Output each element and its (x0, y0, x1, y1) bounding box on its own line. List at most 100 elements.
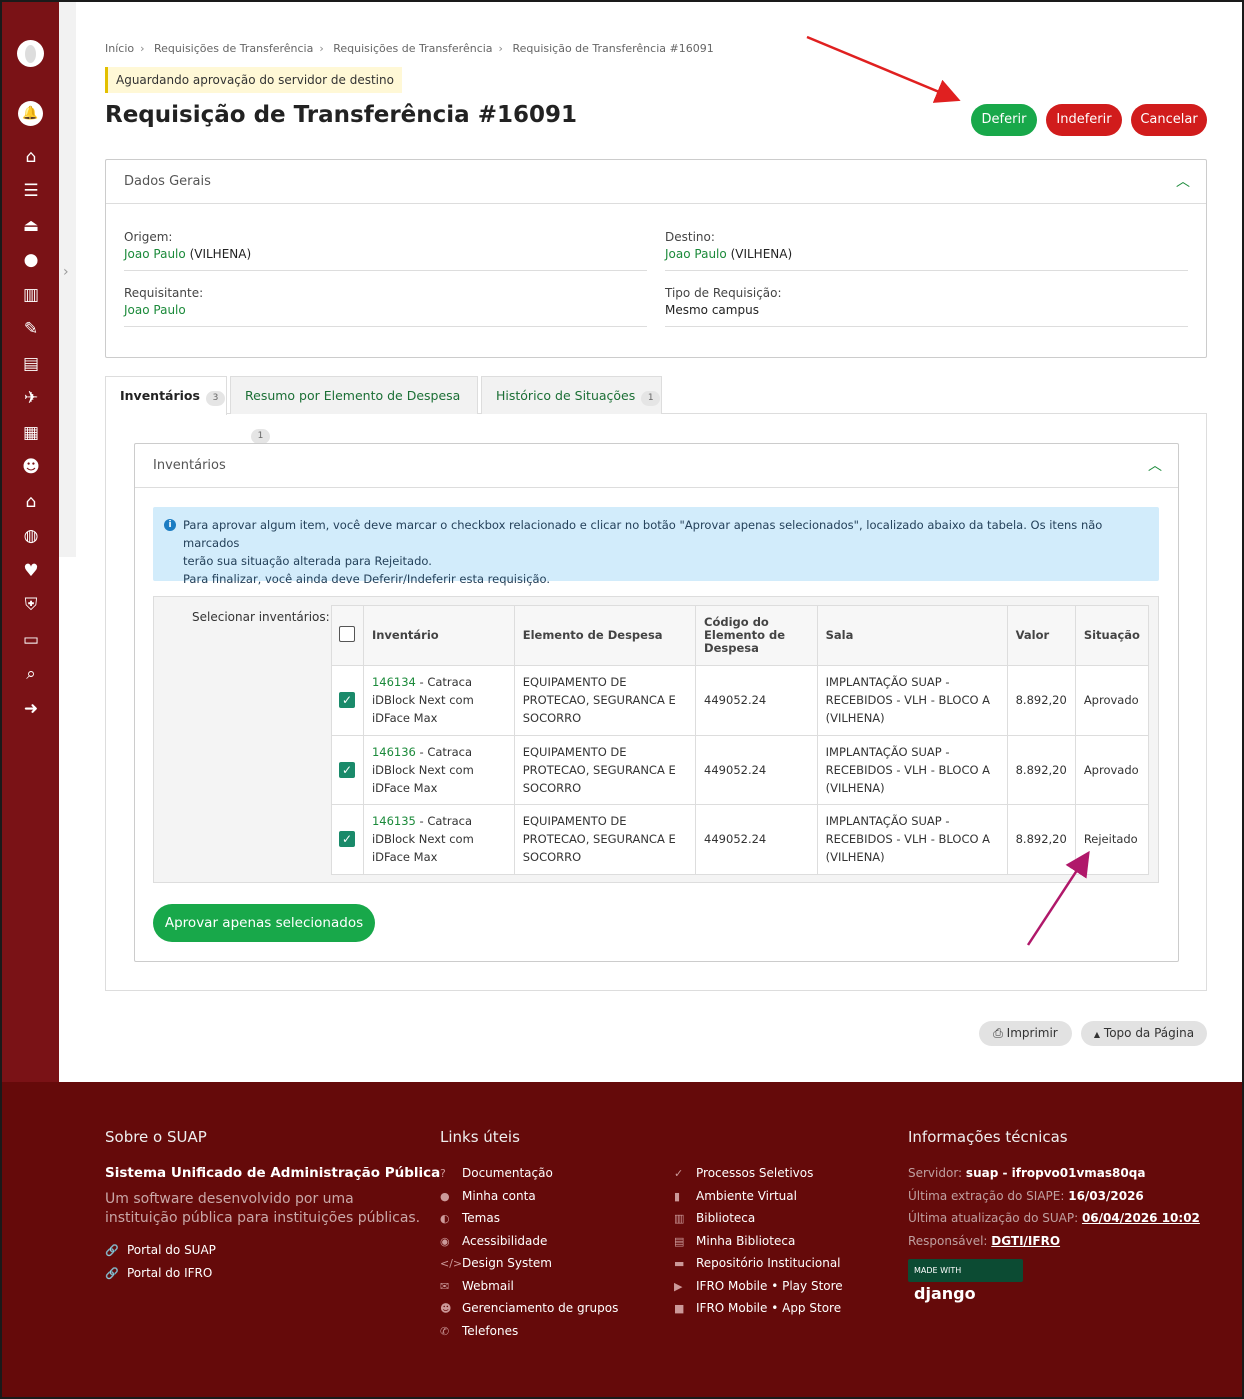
tab-resumo[interactable]: Resumo por Elemento de Despesa 1 (230, 376, 478, 444)
cancelar-button[interactable]: Cancelar (1131, 104, 1207, 136)
chevron-up-icon[interactable]: ︿ (1176, 160, 1190, 204)
briefcase-icon[interactable]: ▦ (17, 421, 45, 445)
requester-link[interactable]: Joao Paulo (124, 303, 186, 317)
chart-icon[interactable]: ▥ (17, 283, 45, 307)
footer-link-repositorio[interactable]: ▬ Repositório Institucional (674, 1256, 841, 1270)
bell-icon[interactable]: 🔔 (18, 101, 43, 126)
users-icon[interactable]: ☻ (17, 455, 45, 479)
inventory-link[interactable]: 146135 (372, 814, 416, 828)
footer-link-processos[interactable]: ✓ Processos Seletivos (674, 1166, 813, 1180)
origin-link[interactable]: Joao Paulo (124, 247, 186, 261)
inventory-link[interactable]: 146136 (372, 745, 416, 759)
general-data-header[interactable]: Dados Gerais ︿ (106, 160, 1206, 204)
footer-link-label: Acessibilidade (462, 1234, 548, 1248)
deferir-button[interactable]: Deferir (971, 104, 1037, 136)
tab-label: Resumo por Elemento de Despesa (245, 388, 461, 403)
destination-link[interactable]: Joao Paulo (665, 247, 727, 261)
footer-link-label: Gerenciamento de grupos (462, 1301, 619, 1315)
footer-link-label: Processos Seletivos (696, 1166, 814, 1180)
footer-link-play-store[interactable]: ▶ IFRO Mobile • Play Store (674, 1279, 843, 1293)
breadcrumb-home[interactable]: Início (105, 42, 134, 55)
tech-value: 16/03/2026 (1068, 1189, 1144, 1203)
bell-service-icon[interactable]: ⏏ (17, 214, 45, 238)
footer-link-acessibilidade[interactable]: ◉ Acessibilidade (440, 1234, 547, 1248)
tech-label: Última extração do SIAPE: (908, 1189, 1065, 1203)
inventory-title: Inventários (153, 458, 226, 473)
breadcrumb: Início › Requisições de Transferência › Re… (105, 42, 714, 55)
col-elemento[interactable]: Elemento de Despesa (513, 605, 697, 666)
footer-link-app-store[interactable]: ■ IFRO Mobile • App Store (674, 1301, 841, 1315)
inventory-header[interactable]: Inventários ︿ (135, 444, 1178, 488)
breadcrumb-item[interactable]: Requisições de Transferência (333, 42, 492, 55)
footer-link-grupos[interactable]: ☻ Gerenciamento de grupos (440, 1301, 618, 1315)
element-cell: EQUIPAMENTO DE PROTECAO, SEGURANCA E SOC… (513, 734, 697, 805)
list-icon[interactable]: ☰ (17, 179, 45, 203)
footer-link-ambiente[interactable]: ▮ Ambiente Virtual (674, 1189, 797, 1203)
responsible-link[interactable]: DGTI/IFRO (991, 1234, 1060, 1248)
footer-link-minha-conta[interactable]: ● Minha conta (440, 1189, 536, 1203)
row-checkbox[interactable]: ✓ (339, 761, 355, 778)
col-inventario[interactable]: Inventário (362, 605, 515, 666)
value-cell: 8.892,20 (1006, 734, 1076, 805)
print-button[interactable]: ⎙ Imprimir (979, 1021, 1072, 1046)
sidebar-toggle[interactable]: › (59, 2, 76, 557)
chevron-up-icon[interactable]: ︿ (1148, 444, 1162, 488)
footer-link-label: Ambiente Virtual (696, 1189, 797, 1203)
code-icon: </> (440, 1257, 463, 1270)
django-badge[interactable]: MADE WITH django (908, 1259, 1023, 1303)
teach-icon[interactable]: ▤ (17, 352, 45, 376)
footer-link-label: Portal do SUAP (127, 1243, 216, 1257)
inventory-link[interactable]: 146134 (372, 675, 416, 689)
django-small: MADE WITH (914, 1266, 962, 1275)
footer-link-portal-ifro[interactable]: 🔗 Portal do IFRO (105, 1266, 212, 1280)
footer-link-temas[interactable]: ◐ Temas (440, 1211, 500, 1225)
shield-icon[interactable]: ⛨ (17, 593, 45, 617)
tab-count: 1 (251, 429, 270, 444)
footer-link-biblioteca[interactable]: ▥ Biblioteca (674, 1211, 755, 1225)
user-icon: ● (440, 1190, 450, 1203)
books-icon: ▥ (674, 1212, 685, 1225)
footer-link-webmail[interactable]: ✉ Webmail (440, 1279, 514, 1293)
plane-icon[interactable]: ✈ (17, 386, 45, 410)
footer-responsible: Responsável: DGTI/IFRO (908, 1234, 1060, 1248)
select-all-checkbox[interactable] (339, 626, 355, 642)
col-situacao[interactable]: Situação (1074, 605, 1150, 666)
info-icon: i (164, 519, 176, 531)
chat-icon[interactable]: ● (17, 248, 45, 272)
tab-count: 3 (205, 391, 225, 406)
building-icon[interactable]: ⌂ (17, 490, 45, 514)
footer-link-portal-suap[interactable]: 🔗 Portal do SUAP (105, 1243, 216, 1257)
logout-icon[interactable]: ➜ (17, 697, 45, 721)
home-icon[interactable]: ⌂ (17, 145, 45, 169)
django-logo: django (914, 1284, 976, 1303)
tab-label: Histórico de Situações (496, 388, 636, 403)
col-codigo[interactable]: Código do Elemento de Despesa (695, 605, 818, 666)
divider (124, 326, 647, 327)
col-sala[interactable]: Sala (816, 605, 1008, 666)
tab-historico[interactable]: Histórico de Situações 1 (481, 376, 662, 414)
back-to-top-button[interactable]: ▲ Topo da Página (1081, 1021, 1207, 1046)
edit-icon[interactable]: ✎ (17, 317, 45, 341)
breadcrumb-item[interactable]: Requisições de Transferência (154, 42, 313, 55)
laptop-icon[interactable]: ▭ (17, 628, 45, 652)
update-link[interactable]: 06/04/2026 10:02 (1082, 1211, 1200, 1225)
info-text-line: Para aprovar algum item, você deve marca… (183, 518, 1103, 550)
row-checkbox[interactable]: ✓ (339, 692, 355, 709)
row-checkbox[interactable]: ✓ (339, 831, 355, 848)
avatar[interactable] (17, 40, 44, 67)
divider (665, 270, 1188, 271)
footer-server: Servidor: suap - ifropvo01vmas80qa (908, 1166, 1145, 1180)
select-inventories-label: Selecionar inventários: (192, 610, 330, 624)
footer-link-documentacao[interactable]: ? Documentação (440, 1166, 553, 1180)
divider (665, 326, 1188, 327)
approve-selected-button[interactable]: Aprovar apenas selecionados (153, 904, 375, 942)
indeferir-button[interactable]: Indeferir (1046, 104, 1122, 136)
tab-inventarios[interactable]: Inventários 3 (105, 376, 227, 415)
footer-link-minha-biblioteca[interactable]: ▤ Minha Biblioteca (674, 1234, 795, 1248)
heart-icon[interactable]: ♥ (17, 559, 45, 583)
footer-link-design-system[interactable]: </>Design System (440, 1256, 552, 1270)
search-icon[interactable]: ⌕ (17, 662, 45, 686)
globe-icon[interactable]: ◍ (17, 524, 45, 548)
col-valor[interactable]: Valor (1006, 605, 1076, 666)
footer-link-telefones[interactable]: ✆ Telefones (440, 1324, 518, 1338)
